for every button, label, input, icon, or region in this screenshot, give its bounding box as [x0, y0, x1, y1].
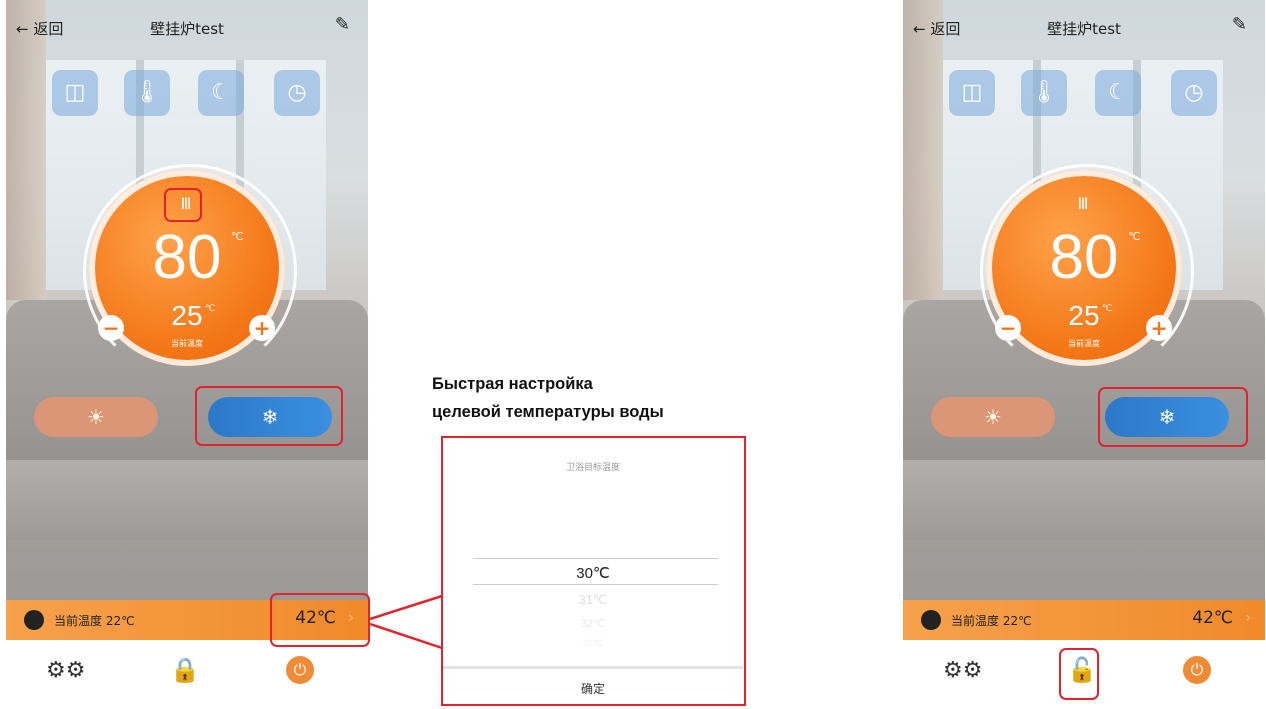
clock-icon[interactable]: ◷	[274, 70, 320, 116]
decrease-temperature-button[interactable]: −	[98, 315, 124, 341]
radiator-icon: Ⅲ	[1077, 194, 1089, 213]
settings-icon[interactable]: ⚙⚙	[943, 658, 982, 683]
phone-screen-right: ← 返回 壁挂炉test ✎ ◫ 🌡 ☾ ◷ Ⅲ 80 ℃ 25 ℃ 当前温度 …	[903, 0, 1265, 709]
heating-mode-button[interactable]: ☀	[931, 397, 1055, 437]
highlight-target-water-temp	[270, 593, 370, 647]
current-water-temperature: 当前温度 22℃	[951, 614, 1032, 628]
caption-line-2: целевой температуры воды	[432, 403, 664, 421]
target-temperature-unit: ℃	[231, 230, 244, 243]
increase-temperature-button[interactable]: +	[1146, 315, 1172, 341]
picker-option[interactable]: 31℃	[443, 592, 743, 608]
current-water-temperature: 当前温度 22℃	[54, 614, 135, 628]
moon-icon[interactable]: ☾	[1095, 70, 1141, 116]
target-temperature-unit: ℃	[1128, 230, 1141, 243]
caption-line-1: Быстрая настройка	[432, 375, 593, 393]
highlight-hot-water-button	[195, 386, 343, 446]
water-status-bar[interactable]: 当前温度 22℃ 42℃ ›	[903, 600, 1265, 640]
faucet-icon	[24, 610, 44, 630]
thermometer-icon[interactable]: 🌡	[124, 70, 170, 116]
callout-line-top	[369, 594, 443, 621]
current-temperature-unit: ℃	[205, 304, 216, 314]
picker-option[interactable]: 33℃	[443, 638, 743, 649]
confirm-button[interactable]: 确定	[443, 680, 743, 697]
picker-divider-top	[473, 558, 718, 559]
edit-icon[interactable]: ✎	[1232, 14, 1247, 35]
target-temperature: 80	[1049, 223, 1119, 292]
picker-separator	[443, 666, 743, 669]
edit-icon[interactable]: ✎	[335, 14, 350, 35]
power-icon[interactable]: ⏻	[286, 656, 314, 684]
power-icon[interactable]: ⏻	[1183, 656, 1211, 684]
water-temperature-picker: 卫浴目标温度 30℃ 31℃ 32℃ 33℃ 确定	[441, 436, 746, 706]
lock-icon[interactable]: 🔒	[170, 656, 200, 684]
current-temperature-unit: ℃	[1102, 304, 1113, 314]
highlight-hot-water-button-right	[1098, 387, 1248, 447]
clock-icon[interactable]: ◷	[1171, 70, 1217, 116]
callout-line-bottom	[369, 622, 443, 650]
caption: Быстрая настройка целевой температуры во…	[432, 370, 664, 426]
page-title: 壁挂炉test	[1047, 20, 1121, 38]
top-bar: ← 返回 壁挂炉test ✎	[6, 0, 368, 50]
thermometer-icon[interactable]: 🌡	[1021, 70, 1067, 116]
briefcase-icon[interactable]: ◫	[52, 70, 98, 116]
settings-icon[interactable]: ⚙⚙	[46, 658, 85, 683]
chevron-right-icon: ›	[1245, 610, 1251, 626]
picker-divider-bottom	[473, 584, 718, 585]
faucet-icon	[921, 610, 941, 630]
briefcase-icon[interactable]: ◫	[949, 70, 995, 116]
picker-option-selected[interactable]: 30℃	[443, 564, 743, 582]
picker-title: 卫浴目标温度	[565, 463, 620, 473]
target-water-temperature[interactable]: 42℃	[1192, 608, 1233, 628]
moon-icon[interactable]: ☾	[198, 70, 244, 116]
top-bar: ← 返回 壁挂炉test ✎	[903, 0, 1265, 50]
page-title: 壁挂炉test	[150, 20, 224, 38]
highlight-radiator-icon	[164, 188, 202, 222]
heating-mode-button[interactable]: ☀	[34, 397, 158, 437]
mode-bar: ◫ 🌡 ☾ ◷	[52, 70, 332, 118]
bottom-bar: ⚙⚙ 🔒 ⏻	[6, 640, 368, 709]
increase-temperature-button[interactable]: +	[249, 315, 275, 341]
decrease-temperature-button[interactable]: −	[995, 315, 1021, 341]
picker-option[interactable]: 32℃	[443, 617, 743, 630]
target-temperature: 80	[152, 223, 222, 292]
mode-bar: ◫ 🌡 ☾ ◷	[949, 70, 1229, 118]
highlight-lock-icon	[1059, 648, 1099, 700]
